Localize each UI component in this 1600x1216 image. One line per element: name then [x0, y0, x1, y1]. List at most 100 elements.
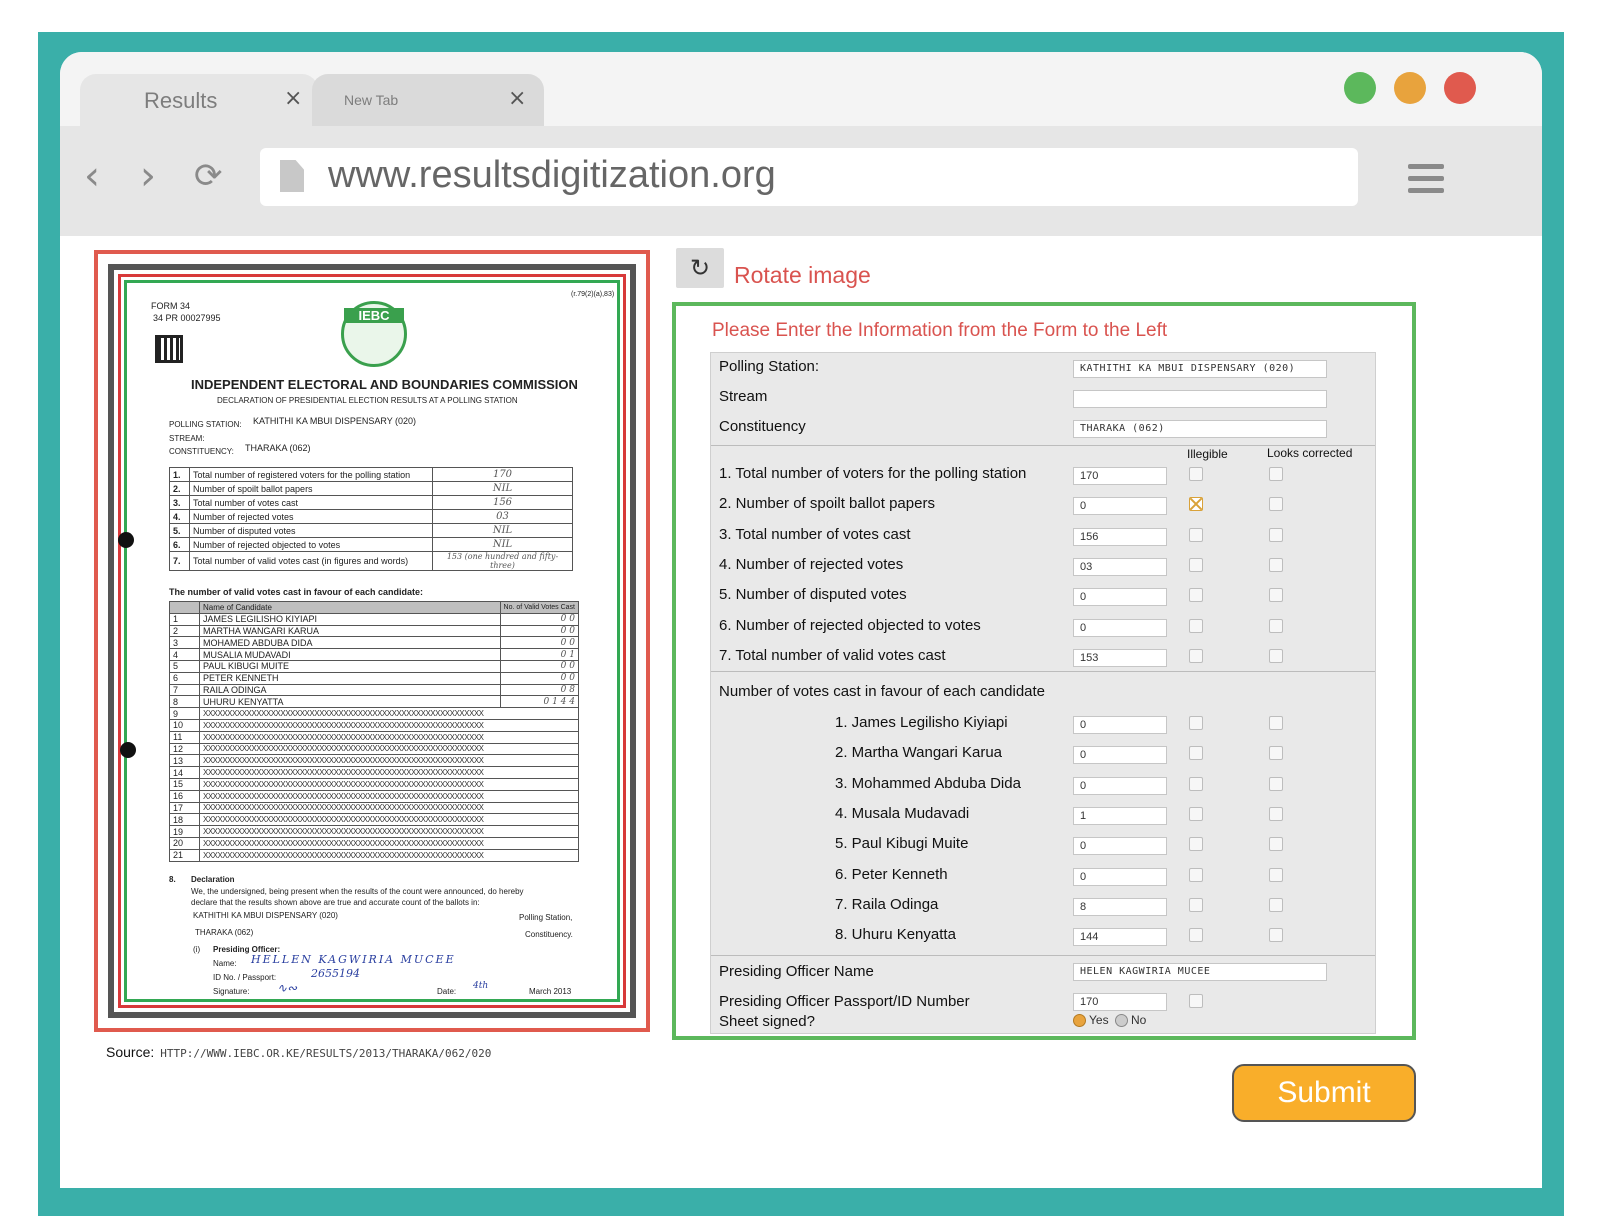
illegible-checkbox[interactable]	[1189, 527, 1203, 542]
looks-corrected-checkbox[interactable]	[1269, 928, 1283, 943]
field-input[interactable]: 0	[1073, 618, 1167, 637]
row-number: 17	[169, 801, 200, 815]
polling-station-input[interactable]: KATHITHI KA MBUI DISPENSARY (020)	[1073, 360, 1327, 378]
crossed-out-row: XXXXXXXXXXXXXXXXXXXXXXXXXXXXXXXXXXXXXXXX…	[199, 718, 579, 732]
table-row: 2. Number of spoilt ballot papers NIL	[169, 481, 573, 496]
hamburger-menu-icon[interactable]	[1408, 164, 1444, 194]
looks-corrected-checkbox[interactable]	[1269, 648, 1283, 663]
row-number: 5.	[169, 523, 190, 538]
table-row: 4 MUSALIA MUDAVADI 0 1	[169, 648, 580, 661]
source-citation: Source: HTTP://WWW.IEBC.OR.KE/RESULTS/201…	[106, 1044, 491, 1060]
looks-corrected-checkbox[interactable]	[1269, 806, 1283, 821]
close-window-dot[interactable]	[1444, 72, 1476, 104]
looks-corrected-checkbox[interactable]	[1269, 557, 1283, 572]
looks-corrected-checkbox[interactable]	[1269, 897, 1283, 912]
illegible-checkbox[interactable]	[1189, 588, 1203, 603]
field-input[interactable]: 170	[1073, 467, 1167, 485]
looks-corrected-checkbox[interactable]	[1269, 588, 1283, 603]
candidate-name: JAMES LEGILISHO KIYIAPI	[199, 612, 501, 626]
polling-station-value: KATHITHI KA MBUI DISPENSARY (020)	[253, 416, 417, 426]
declaration-line-1: We, the undersigned, being present when …	[191, 887, 524, 896]
tab-new-tab[interactable]: New Tab ×	[312, 74, 544, 126]
polling-station-label: Polling Station:	[719, 358, 820, 375]
close-icon[interactable]: ×	[508, 86, 526, 111]
rotate-image-link[interactable]: Rotate image	[734, 262, 871, 289]
candidate-input[interactable]: 1	[1073, 806, 1167, 825]
illegible-checkbox[interactable]	[1189, 497, 1203, 512]
date-month: March 2013	[529, 987, 572, 996]
officer-id-illegible-checkbox[interactable]	[1189, 994, 1203, 1008]
row-number: 4	[169, 648, 200, 661]
reload-icon[interactable]: ⟳	[194, 152, 223, 200]
looks-corrected-checkbox[interactable]	[1269, 618, 1283, 633]
illegible-checkbox[interactable]	[1189, 837, 1203, 852]
candidate-input[interactable]: 8	[1073, 897, 1167, 916]
looks-corrected-checkbox[interactable]	[1269, 776, 1283, 791]
constituency-input[interactable]: THARAKA (062)	[1073, 420, 1327, 438]
candidate-input[interactable]: 0	[1073, 716, 1167, 734]
looks-corrected-checkbox[interactable]	[1269, 867, 1283, 882]
candidate-input[interactable]: 0	[1073, 746, 1167, 765]
minimize-dot[interactable]	[1394, 72, 1426, 104]
illegible-checkbox[interactable]	[1189, 867, 1203, 882]
field-input[interactable]: 153	[1073, 648, 1167, 667]
sheet-signed-yes-radio[interactable]	[1073, 1014, 1086, 1027]
sheet-signed-no-radio[interactable]	[1115, 1014, 1128, 1027]
constituency-value: THARAKA (062)	[245, 443, 311, 453]
looks-corrected-checkbox[interactable]	[1269, 746, 1283, 761]
candidate-input[interactable]: 0	[1073, 837, 1167, 856]
illegible-checkbox[interactable]	[1189, 557, 1203, 572]
signature-scribble: ∿∾	[277, 981, 298, 995]
candidate-input[interactable]: 144	[1073, 928, 1167, 947]
table-row: 3 MOHAMED ABDUBA DIDA 0 0	[169, 636, 580, 650]
illegible-checkbox[interactable]	[1189, 897, 1203, 912]
address-bar[interactable]: www.resultsdigitization.org	[260, 148, 1358, 206]
table-row: 18 XXXXXXXXXXXXXXXXXXXXXXXXXXXXXXXXXXXXXX…	[169, 813, 579, 827]
tab-strip: Results × New Tab ×	[60, 52, 1542, 126]
candidate-table: Name of Candidate No. of Valid Votes Cast…	[169, 601, 580, 862]
illegible-checkbox[interactable]	[1189, 716, 1203, 730]
field-input[interactable]: 0	[1073, 588, 1167, 607]
looks-corrected-checkbox[interactable]	[1269, 467, 1283, 481]
illegible-checkbox[interactable]	[1189, 776, 1203, 791]
candidate-label: 4. Musala Mudavadi	[835, 804, 970, 822]
forward-icon[interactable]: ›	[140, 152, 156, 200]
divider	[711, 671, 1375, 672]
declaration-title: Declaration	[191, 875, 235, 884]
field-input[interactable]: 0	[1073, 497, 1167, 516]
officer-id-input[interactable]: 170	[1073, 993, 1167, 1011]
row-number: 5	[169, 659, 200, 673]
looks-corrected-checkbox[interactable]	[1269, 497, 1283, 512]
row-number: 21	[169, 848, 200, 862]
field-label: 4. Number of rejected votes	[719, 555, 904, 573]
illegible-checkbox[interactable]	[1189, 618, 1203, 633]
row-number: 8	[169, 695, 200, 709]
looks-corrected-checkbox[interactable]	[1269, 716, 1283, 730]
field-label: 2. Number of spoilt ballot papers	[719, 495, 935, 513]
illegible-checkbox[interactable]	[1189, 746, 1203, 761]
illegible-checkbox[interactable]	[1189, 648, 1203, 663]
illegible-checkbox[interactable]	[1189, 467, 1203, 481]
row-label: Total number of registered voters for th…	[189, 467, 433, 482]
row-label: Total number of valid votes cast (in fig…	[189, 551, 433, 571]
close-icon[interactable]: ×	[284, 86, 302, 111]
candidate-votes: 0 8	[499, 683, 580, 697]
row-number: 13	[169, 754, 200, 768]
back-icon[interactable]: ‹	[84, 152, 100, 200]
rotate-icon[interactable]: ↻	[676, 248, 724, 288]
field-input[interactable]: 03	[1073, 557, 1167, 576]
illegible-checkbox[interactable]	[1189, 806, 1203, 821]
declaration-line-2: declare that the results shown above are…	[191, 898, 480, 907]
submit-button[interactable]: Submit	[1232, 1064, 1416, 1122]
candidate-label: 2. Martha Wangari Karua	[835, 744, 1003, 762]
maximize-dot[interactable]	[1344, 72, 1376, 104]
illegible-checkbox[interactable]	[1189, 928, 1203, 943]
candidate-input[interactable]: 0	[1073, 867, 1167, 886]
officer-name-input[interactable]: HELEN KAGWIRIA MUCEE	[1073, 963, 1327, 981]
candidate-input[interactable]: 0	[1073, 776, 1167, 795]
looks-corrected-checkbox[interactable]	[1269, 837, 1283, 852]
field-input[interactable]: 156	[1073, 527, 1167, 546]
stream-input[interactable]	[1073, 390, 1327, 408]
looks-corrected-checkbox[interactable]	[1269, 527, 1283, 542]
tab-results[interactable]: Results ×	[80, 74, 318, 126]
